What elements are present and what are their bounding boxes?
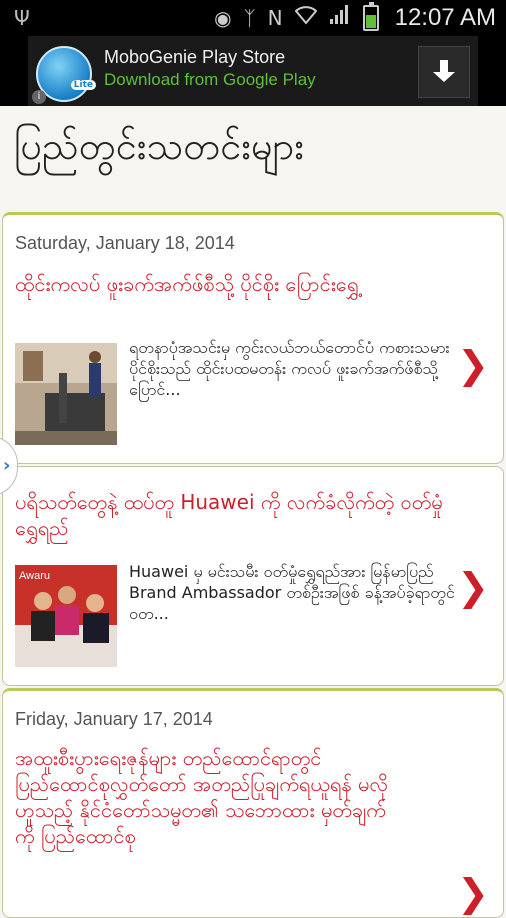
- status-bar: Ψ ◉ ᛉ N 12:07 AM: [0, 0, 506, 36]
- nfc-icon: N: [267, 6, 283, 30]
- signal-icon: [329, 3, 351, 33]
- article-headline[interactable]: ထိုင်းကလပ် ဖူးခက်အက်ဖ်စီသို့ ပိုင်စိုး ပ…: [15, 271, 455, 297]
- ad-title: MoboGenie Play Store: [104, 47, 286, 67]
- section-date: Friday, January 17, 2014: [15, 709, 213, 729]
- eye-icon: ◉: [214, 6, 232, 30]
- ad-subtitle: Download from Google Play: [104, 70, 316, 89]
- bluetooth-icon: ᛉ: [243, 6, 256, 30]
- chevron-right-icon[interactable]: ❯: [457, 871, 489, 915]
- article-thumbnail[interactable]: Awaru: [15, 565, 117, 667]
- ad-download-button[interactable]: [418, 46, 470, 98]
- download-arrow-icon: [433, 60, 455, 84]
- article-summary: Huawei မှ မင်းသမီး ဝတ်မှုံရွှေရည်အား မြန…: [129, 562, 455, 623]
- ad-info-icon[interactable]: i: [32, 90, 46, 104]
- page-title: ပြည်တွင်းသတင်းများ: [14, 124, 304, 168]
- article-headline[interactable]: အထူးစီးပွားရေးဇုန်များ တည်ထောင်ရာတွင် ပြ…: [15, 745, 395, 849]
- news-section: Friday, January 17, 2014 အထူးစီးပွားရေးဇ…: [2, 688, 504, 918]
- wifi-icon: [294, 3, 317, 33]
- article-thumbnail[interactable]: [15, 343, 117, 445]
- chevron-right-icon: ›: [3, 455, 11, 476]
- news-section: ပရိသတ်တွေနဲ့ ထပ်တူ Huawei ကို လက်ခံလိုက်…: [2, 466, 504, 686]
- ad-content[interactable]: Lite i MoboGenie Play Store Download fro…: [28, 36, 478, 106]
- chevron-right-icon[interactable]: ❯: [457, 343, 489, 387]
- chevron-right-icon[interactable]: ❯: [457, 565, 489, 609]
- section-date: Saturday, January 18, 2014: [15, 233, 235, 253]
- thumbnail-caption: Awaru: [19, 570, 50, 582]
- ad-banner[interactable]: Lite i MoboGenie Play Store Download fro…: [0, 36, 506, 106]
- article-summary: ရတနာပုံအသင်းမှ ကွင်းလယ်ဘယ်တောင်ပံ ကစားသမ…: [129, 338, 450, 399]
- usb-icon: Ψ: [14, 6, 30, 30]
- article-headline[interactable]: ပရိသတ်တွေနဲ့ ထပ်တူ Huawei ကို လက်ခံလိုက်…: [15, 489, 455, 541]
- news-section: Saturday, January 18, 2014 ထိုင်းကလပ် ဖူ…: [2, 212, 504, 464]
- battery-icon: [362, 2, 379, 31]
- clock: 12:07 AM: [394, 4, 496, 31]
- ad-logo-badge: Lite: [70, 80, 96, 90]
